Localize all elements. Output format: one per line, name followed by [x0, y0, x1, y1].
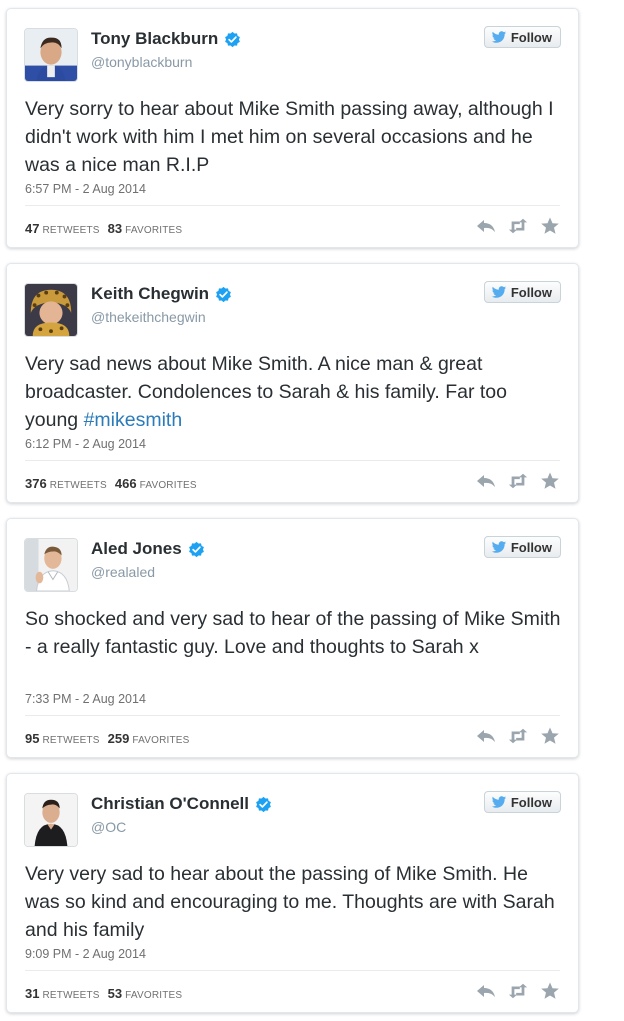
tweet-stats: 376 RETWEETS 466 FAVORITES: [25, 476, 197, 491]
favorite-star-icon[interactable]: [540, 982, 560, 1000]
avatar-aled-jones-icon: [25, 539, 77, 591]
reply-icon[interactable]: [476, 217, 496, 235]
avatar[interactable]: [24, 793, 78, 847]
favorite-star-icon[interactable]: [540, 217, 560, 235]
retweet-icon[interactable]: [508, 217, 528, 235]
tweet-text: Very sad news about Mike Smith. A nice m…: [25, 350, 565, 434]
retweet-count[interactable]: 376 RETWEETS: [25, 476, 107, 491]
favorite-count[interactable]: 259 FAVORITES: [108, 731, 190, 746]
follow-button[interactable]: Follow: [483, 26, 561, 48]
user-handle[interactable]: @thekeithchegwin: [91, 309, 206, 325]
tweet-stats: 31 RETWEETS 53 FAVORITES: [25, 986, 182, 1001]
retweet-count[interactable]: 95 RETWEETS: [25, 731, 100, 746]
twitter-bird-icon: [491, 285, 506, 298]
avatar-tony-blackburn-icon: [25, 29, 77, 81]
twitter-bird-icon: [491, 540, 506, 553]
tweet-timestamp[interactable]: 6:57 PM - 2 Aug 2014: [25, 182, 146, 196]
retweet-count[interactable]: 47 RETWEETS: [25, 221, 100, 236]
follow-button[interactable]: Follow: [483, 281, 561, 303]
tweet-actions: [476, 727, 560, 745]
tweet-body: Very very sad to hear about the passing …: [25, 863, 555, 941]
tweet-body: Very sorry to hear about Mike Smith pass…: [25, 98, 554, 176]
retweet-count[interactable]: 31 RETWEETS: [25, 986, 100, 1001]
follow-button[interactable]: Follow: [483, 536, 561, 558]
follow-label: Follow: [510, 29, 552, 45]
tweet-timestamp[interactable]: 6:12 PM - 2 Aug 2014: [25, 437, 146, 451]
follow-button[interactable]: Follow: [483, 791, 561, 813]
tweet-actions: [476, 982, 560, 1000]
twitter-bird-icon: [491, 795, 506, 808]
display-name[interactable]: Tony Blackburn: [91, 29, 218, 49]
tweet-timestamp[interactable]: 9:09 PM - 2 Aug 2014: [25, 947, 146, 961]
divider: [25, 205, 560, 206]
avatar[interactable]: [24, 283, 78, 337]
follow-label: Follow: [510, 794, 552, 810]
tweet-timestamp[interactable]: 7:33 PM - 2 Aug 2014: [25, 692, 146, 706]
favorite-star-icon[interactable]: [540, 472, 560, 490]
follow-label: Follow: [510, 284, 552, 300]
reply-icon[interactable]: [476, 727, 496, 745]
user-handle[interactable]: @OC: [91, 819, 126, 835]
user-handle[interactable]: @realaled: [91, 564, 155, 580]
twitter-bird-icon: [491, 30, 506, 43]
tweet-actions: [476, 217, 560, 235]
reply-icon[interactable]: [476, 472, 496, 490]
avatar-keith-chegwin-icon: [25, 284, 77, 336]
verified-badge-icon: [225, 31, 241, 47]
tweet-card: Aled Jones @realaled Follow So shocked a…: [6, 518, 579, 758]
tweet-text: Very very sad to hear about the passing …: [25, 860, 565, 944]
favorite-star-icon[interactable]: [540, 727, 560, 745]
avatar-christian-oconnell-icon: [25, 794, 77, 846]
tweet-text: So shocked and very sad to hear of the p…: [25, 605, 565, 661]
tweet-text: Very sorry to hear about Mike Smith pass…: [25, 95, 565, 179]
divider: [25, 715, 560, 716]
tweet-body: So shocked and very sad to hear of the p…: [25, 608, 561, 658]
display-name[interactable]: Keith Chegwin: [91, 284, 209, 304]
follow-label: Follow: [510, 539, 552, 555]
verified-badge-icon: [256, 796, 271, 812]
tweet-stats: 95 RETWEETS 259 FAVORITES: [25, 731, 190, 746]
retweet-icon[interactable]: [508, 982, 528, 1000]
favorite-count[interactable]: 83 FAVORITES: [108, 221, 183, 236]
favorite-count[interactable]: 466 FAVORITES: [115, 476, 197, 491]
tweet-actions: [476, 472, 560, 490]
avatar[interactable]: [24, 28, 78, 82]
tweet-card: Tony Blackburn @tonyblackburn Follow Ver…: [6, 8, 579, 248]
user-handle[interactable]: @tonyblackburn: [91, 54, 192, 70]
retweet-icon[interactable]: [508, 472, 528, 490]
verified-badge-icon: [216, 286, 231, 302]
avatar[interactable]: [24, 538, 78, 592]
tweet-stats: 47 RETWEETS 83 FAVORITES: [25, 221, 182, 236]
divider: [25, 460, 560, 461]
display-name[interactable]: Christian O'Connell: [91, 794, 249, 814]
retweet-icon[interactable]: [508, 727, 528, 745]
hashtag-link[interactable]: #mikesmith: [84, 409, 183, 431]
tweet-card: Keith Chegwin @thekeithchegwin Follow Ve…: [6, 263, 579, 503]
tweet-feed: Tony Blackburn @tonyblackburn Follow Ver…: [0, 0, 624, 1021]
display-name[interactable]: Aled Jones: [91, 539, 182, 559]
reply-icon[interactable]: [476, 982, 496, 1000]
verified-badge-icon: [188, 541, 204, 557]
favorite-count[interactable]: 53 FAVORITES: [108, 986, 183, 1001]
divider: [25, 970, 560, 971]
tweet-card: Christian O'Connell @OC Follow Very very…: [6, 773, 579, 1013]
